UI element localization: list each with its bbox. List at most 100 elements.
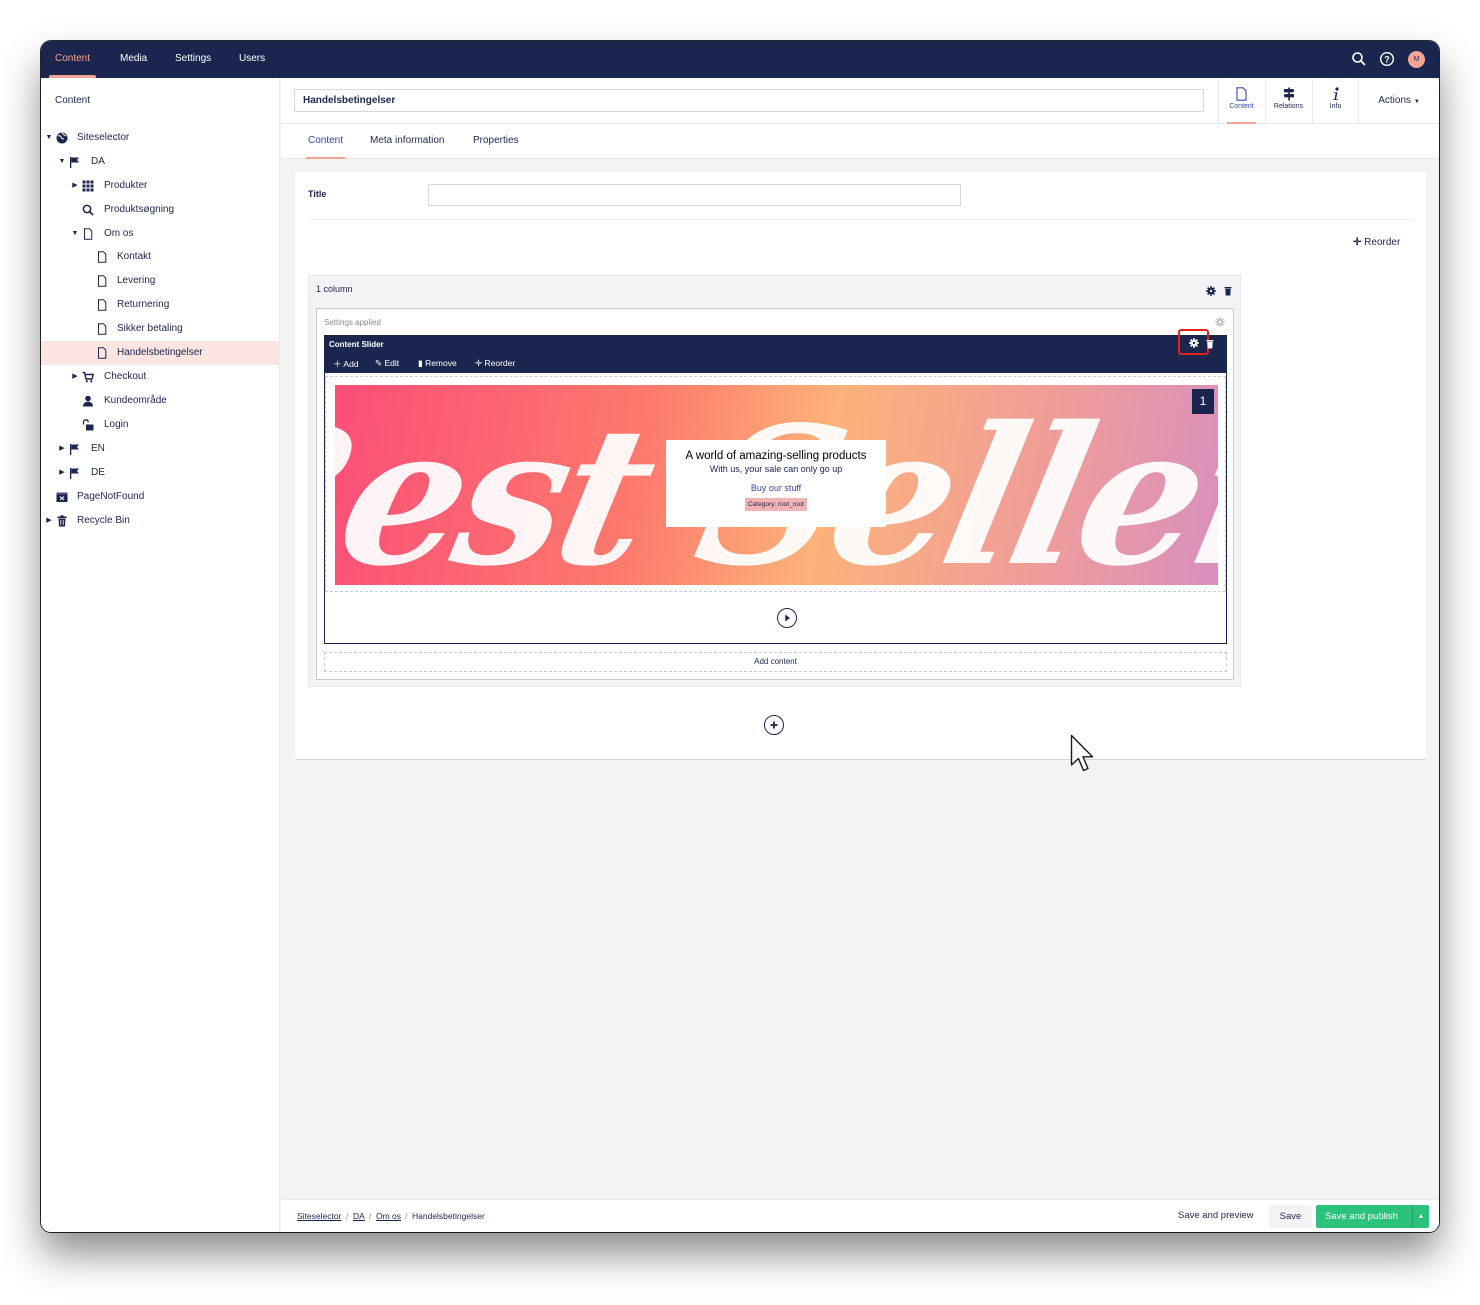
flag-icon xyxy=(70,468,79,479)
caret-down-icon[interactable]: ▼ xyxy=(45,126,53,150)
tree-item-levering[interactable]: Levering xyxy=(41,269,280,293)
title-input[interactable] xyxy=(428,184,961,206)
tree-item-de[interactable]: ▶ DE xyxy=(41,461,280,485)
publish-options-caret[interactable]: ▲ xyxy=(1412,1205,1429,1228)
tab-content[interactable]: Content xyxy=(305,124,346,159)
breadcrumb-om-os[interactable]: Om os xyxy=(376,1211,401,1221)
search-icon[interactable] xyxy=(1351,51,1367,67)
gear-icon[interactable] xyxy=(1215,317,1225,327)
reorder-slides-button[interactable]: ✛ Reorder xyxy=(475,358,515,369)
flag-icon xyxy=(70,157,79,168)
tree-item-pagenotfound[interactable]: PageNotFound xyxy=(41,485,280,509)
tab-meta-information[interactable]: Meta information xyxy=(370,124,444,159)
title-label: Title xyxy=(308,189,327,199)
tree-item-produkter[interactable]: ▶ Produkter xyxy=(41,174,280,198)
trash-icon[interactable] xyxy=(1205,339,1215,349)
document-icon xyxy=(84,228,93,240)
content-slider-block[interactable]: Content Slider ＋ Add ✎ Edit ▮ Remove ✛ R… xyxy=(324,329,1227,644)
nav-content[interactable]: Content xyxy=(48,41,97,78)
caret-down-icon[interactable]: ▼ xyxy=(71,222,79,246)
tree-item-en[interactable]: ▶ EN xyxy=(41,437,280,461)
top-navigation: Content Media Settings Users ? M xyxy=(41,41,1439,78)
reorder-label: Reorder xyxy=(1364,237,1401,248)
tree-item-label: Sikker betaling xyxy=(117,323,183,334)
app-tab-info[interactable]: Info xyxy=(1312,78,1358,124)
tree-item-da[interactable]: ▼ DA xyxy=(41,150,280,174)
tree-item-kundeomrade[interactable]: Kundeområde xyxy=(41,389,280,413)
actions-dropdown-button[interactable]: Actions ▼ xyxy=(1358,78,1439,124)
caret-right-icon[interactable]: ▶ xyxy=(58,461,66,485)
mouse-cursor-icon xyxy=(1070,734,1094,772)
plus-icon: ＋ xyxy=(333,359,342,369)
gear-icon[interactable] xyxy=(1206,286,1216,296)
breadcrumb-siteselector[interactable]: Siteselector xyxy=(297,1211,341,1221)
tree-item-returnering[interactable]: Returnering xyxy=(41,293,280,317)
tree-item-label: Returnering xyxy=(117,299,170,310)
tree-item-label: Checkout xyxy=(104,371,147,382)
tree-item-kontakt[interactable]: Kontakt xyxy=(41,245,280,269)
app-tab-label: Content xyxy=(1229,103,1254,110)
add-slide-button[interactable]: ＋ Add xyxy=(333,358,359,370)
actions-label: Actions xyxy=(1378,95,1412,106)
editor-footer: Siteselector / DA / Om os / Handelsbetin… xyxy=(281,1199,1439,1232)
add-row-button[interactable] xyxy=(764,715,784,735)
caret-right-icon[interactable]: ▶ xyxy=(58,437,66,461)
nav-settings[interactable]: Settings xyxy=(175,41,211,78)
content-subtabs: Content Meta information Properties xyxy=(281,124,1439,159)
add-content-button[interactable]: Add content xyxy=(324,652,1227,672)
tree-item-checkout[interactable]: ▶ Checkout xyxy=(41,365,280,389)
grid-cell: Settings applied Content Slider ＋ Add ✎ … xyxy=(316,308,1234,680)
breadcrumb-current: Handelsbetingelser xyxy=(412,1211,485,1221)
settings-applied-label: Settings applied xyxy=(324,318,381,327)
tree-item-om-os[interactable]: ▼ Om os xyxy=(41,222,280,246)
tree-item-login[interactable]: Login xyxy=(41,413,280,437)
content-tree-sidebar: Content ▼ Siteselector ▼ DA ▶ Produkter … xyxy=(41,78,280,1232)
content-panel: Title ✛ Reorder 1 column Settings applie… xyxy=(295,172,1426,760)
app-tab-content[interactable]: Content xyxy=(1218,78,1264,124)
caret-right-icon[interactable]: ▶ xyxy=(45,509,53,533)
user-icon xyxy=(82,395,94,407)
edit-slide-button[interactable]: ✎ Edit xyxy=(375,358,399,369)
caption-link[interactable]: Buy our stuff xyxy=(666,483,886,493)
cart-icon xyxy=(82,371,94,383)
node-name-input[interactable]: Handelsbetingelser xyxy=(294,89,1204,112)
globe-icon xyxy=(56,132,68,144)
reorder-button[interactable]: ✛ Reorder xyxy=(1353,237,1400,248)
app-tab-relations[interactable]: Relations xyxy=(1265,78,1311,124)
save-and-preview-button[interactable]: Save and preview xyxy=(1178,1210,1254,1221)
tree-item-label: Handelsbetingelser xyxy=(117,347,203,358)
tree-item-produktsogning[interactable]: Produktsøgning xyxy=(41,198,280,222)
tree-item-handelsbetingelser[interactable]: Handelsbetingelser xyxy=(41,341,280,365)
search-icon xyxy=(82,204,94,216)
gear-icon[interactable] xyxy=(1189,338,1199,348)
trash-icon[interactable] xyxy=(1223,286,1233,296)
tree-item-recycle-bin[interactable]: ▶ Recycle Bin xyxy=(41,509,280,533)
flag-icon xyxy=(70,444,79,455)
tab-properties[interactable]: Properties xyxy=(473,124,519,159)
tree-item-sikker-betaling[interactable]: Sikker betaling xyxy=(41,317,280,341)
tree-item-siteselector[interactable]: ▼ Siteselector xyxy=(41,126,280,150)
page-not-found-icon xyxy=(56,492,68,502)
save-button[interactable]: Save xyxy=(1269,1205,1312,1228)
slide-banner-image[interactable]: Best Sellers 1 A world of amazing-sellin… xyxy=(335,385,1218,585)
content-slider-title: Content Slider xyxy=(329,340,384,349)
play-button[interactable] xyxy=(777,608,797,628)
grid-icon xyxy=(82,180,94,192)
breadcrumb-separator: / xyxy=(369,1211,372,1221)
tree-item-label: Produktsøgning xyxy=(104,204,175,215)
row-layout-label: 1 column xyxy=(316,284,353,294)
breadcrumb-da[interactable]: DA xyxy=(353,1211,365,1221)
help-icon[interactable]: ? xyxy=(1379,51,1395,67)
document-icon xyxy=(98,347,107,359)
avatar[interactable]: M xyxy=(1408,51,1425,68)
caret-right-icon[interactable]: ▶ xyxy=(71,174,79,198)
caret-down-icon[interactable]: ▼ xyxy=(58,150,66,174)
tree-item-label: PageNotFound xyxy=(77,491,145,502)
remove-slide-button[interactable]: ▮ Remove xyxy=(418,358,457,369)
tree-item-label: Siteselector xyxy=(77,132,130,143)
slide-number-badge: 1 xyxy=(1192,389,1214,414)
save-and-publish-button[interactable]: Save and publish xyxy=(1316,1205,1412,1228)
nav-users[interactable]: Users xyxy=(239,41,265,78)
caret-right-icon[interactable]: ▶ xyxy=(71,365,79,389)
nav-media[interactable]: Media xyxy=(120,41,147,78)
